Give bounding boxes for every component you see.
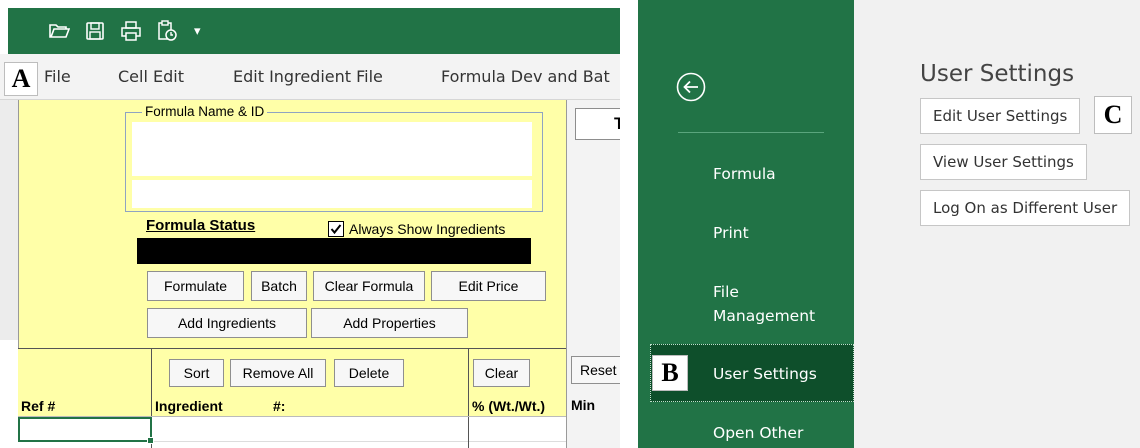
marker-b: B — [652, 355, 688, 391]
min-column-header: Min — [571, 397, 596, 413]
pct-column-header: % (Wt./Wt.) — [472, 398, 546, 414]
print-icon[interactable] — [120, 20, 142, 42]
formula-id-input[interactable] — [132, 180, 532, 208]
top-strip — [0, 0, 620, 8]
ref-column-header: Ref # — [21, 398, 56, 414]
edit-price-button[interactable]: Edit Price — [431, 271, 546, 301]
formula-name-group: Formula Name & ID — [125, 104, 543, 212]
quick-access-toolbar: ▾ — [8, 8, 620, 54]
nav-file-management[interactable]: File Management — [713, 280, 815, 328]
selected-cell[interactable] — [18, 417, 152, 442]
remove-all-button[interactable]: Remove All — [230, 359, 326, 387]
menu-cell-edit[interactable]: Cell Edit — [118, 67, 184, 86]
edit-user-settings-button[interactable]: Edit User Settings — [920, 98, 1080, 134]
marker-c: C — [1094, 96, 1132, 134]
min-column: T - Reset Min — [566, 100, 620, 448]
formula-form: Formula Name & ID Formula Status Always … — [18, 100, 566, 348]
formula-name-legend: Formula Name & ID — [142, 104, 268, 119]
view-user-settings-button[interactable]: View User Settings — [920, 144, 1087, 180]
marker-a: A — [4, 62, 38, 96]
save-icon[interactable] — [84, 20, 106, 42]
reset-button[interactable]: Reset — [571, 356, 620, 384]
fill-handle[interactable] — [147, 437, 154, 444]
sort-button[interactable]: Sort — [169, 359, 224, 387]
menu-file[interactable]: File — [44, 67, 71, 86]
formula-status-display — [137, 238, 531, 264]
row-gutter — [0, 100, 18, 340]
menu-edit-ingredient-file[interactable]: Edit Ingredient File — [233, 67, 383, 86]
add-properties-button[interactable]: Add Properties — [311, 308, 468, 338]
number-column-header: #: — [273, 398, 286, 414]
nav-open-other[interactable]: Open Other — [713, 421, 803, 445]
customize-toolbar-dropdown[interactable]: ▾ — [194, 24, 201, 39]
clear-button[interactable]: Clear — [473, 359, 530, 387]
ingredient-grid-header: Sort Remove All Delete Clear Ref # Ingre… — [18, 348, 566, 448]
always-show-checkbox[interactable] — [328, 221, 344, 237]
always-show-ingredients[interactable]: Always Show Ingredients — [328, 221, 505, 237]
nav-user-settings[interactable]: User Settings — [713, 362, 817, 386]
check-icon — [330, 224, 342, 235]
nav-separator — [678, 132, 824, 133]
log-on-different-user-button[interactable]: Log On as Different User — [920, 190, 1130, 226]
right-text-box[interactable]: T — [575, 108, 620, 140]
clipboard-clock-icon[interactable] — [156, 20, 178, 42]
backstage-nav: Formula Print File Management User Setti… — [638, 0, 854, 448]
formula-status-label: Formula Status — [146, 217, 256, 234]
delete-button[interactable]: Delete — [334, 359, 404, 387]
always-show-label: Always Show Ingredients — [349, 221, 506, 237]
user-settings-panel: User Settings Edit User Settings View Us… — [854, 0, 1140, 448]
formula-name-input[interactable] — [132, 122, 532, 176]
nav-print[interactable]: Print — [713, 221, 749, 245]
ingredient-column-header: Ingredient — [155, 398, 223, 414]
menu-bar: File Cell Edit Edit Ingredient File Form… — [0, 54, 620, 100]
clear-formula-button[interactable]: Clear Formula — [313, 271, 425, 301]
ingredient-grid — [18, 416, 566, 448]
open-folder-icon[interactable] — [48, 20, 70, 42]
formulate-button[interactable]: Formulate — [147, 271, 244, 301]
formula-app-window: ▾ File Cell Edit Edit Ingredient File Fo… — [0, 0, 620, 448]
column-divider — [468, 417, 469, 448]
menu-formula-dev[interactable]: Formula Dev and Bat — [441, 67, 610, 86]
user-settings-title: User Settings — [920, 61, 1075, 87]
nav-formula[interactable]: Formula — [713, 162, 776, 186]
batch-button[interactable]: Batch — [251, 271, 307, 301]
back-arrow-icon[interactable] — [675, 71, 707, 103]
add-ingredients-button[interactable]: Add Ingredients — [147, 308, 307, 338]
